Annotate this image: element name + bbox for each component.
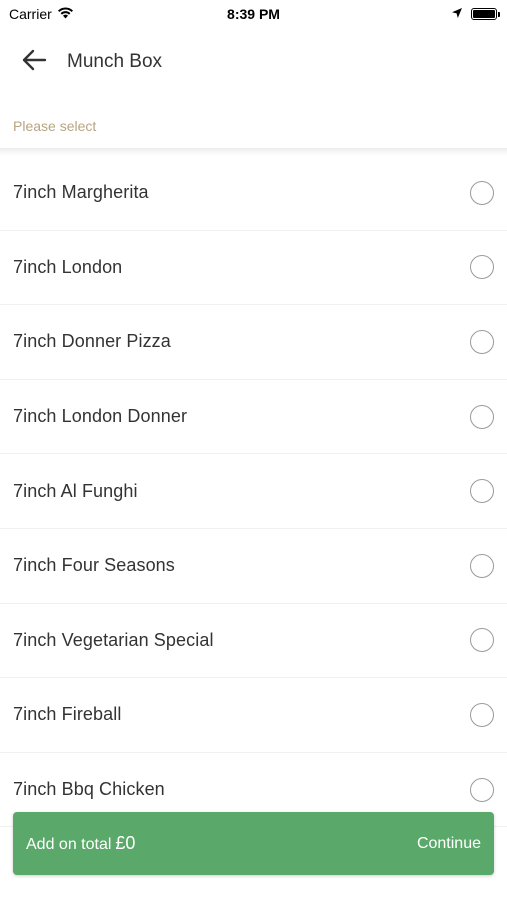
radio-button[interactable] — [470, 777, 494, 802]
screen: Carrier 8:39 PM Munch Box Please select … — [0, 0, 507, 900]
selection-prompt: Please select — [13, 118, 97, 134]
radio-button[interactable] — [470, 553, 494, 578]
radio-button[interactable] — [470, 404, 494, 429]
status-left: Carrier — [9, 6, 74, 22]
radio-button[interactable] — [470, 329, 494, 354]
option-row[interactable]: 7inch Al Funghi — [0, 454, 507, 529]
option-row[interactable]: 7inch London — [0, 231, 507, 306]
radio-button[interactable] — [470, 702, 494, 727]
status-time: 8:39 PM — [227, 6, 280, 22]
wifi-icon — [57, 6, 74, 22]
option-label: 7inch Donner Pizza — [13, 331, 171, 352]
radio-button[interactable] — [470, 180, 494, 205]
option-row[interactable]: 7inch Fireball — [0, 678, 507, 753]
carrier-label: Carrier — [9, 6, 52, 22]
status-right — [451, 6, 500, 22]
addon-total-label: Add on total — [26, 836, 112, 853]
radio-button[interactable] — [470, 255, 494, 280]
option-row[interactable]: 7inch London Donner — [0, 380, 507, 455]
option-row[interactable]: 7inch Margherita — [0, 156, 507, 231]
option-label: 7inch London — [13, 256, 123, 277]
battery-icon — [471, 8, 500, 20]
page-title: Munch Box — [67, 51, 163, 72]
addon-total-amount: £0 — [115, 833, 136, 853]
radio-button[interactable] — [470, 628, 494, 653]
arrow-left-icon — [21, 49, 47, 76]
continue-label[interactable]: Continue — [417, 835, 481, 853]
option-list: 7inch Margherita 7inch London 7inch Donn… — [0, 156, 507, 828]
option-label: 7inch Al Funghi — [13, 480, 138, 501]
option-label: 7inch Four Seasons — [13, 555, 175, 576]
option-row[interactable]: 7inch Vegetarian Special — [0, 604, 507, 679]
radio-button[interactable] — [470, 479, 494, 504]
divider-shadow — [0, 148, 507, 156]
addon-total: Add on total £0 — [26, 833, 135, 854]
status-bar: Carrier 8:39 PM — [0, 0, 507, 28]
header: Munch Box — [0, 28, 507, 96]
option-row[interactable]: 7inch Four Seasons — [0, 529, 507, 604]
option-label: 7inch Fireball — [13, 704, 122, 725]
option-label: 7inch Vegetarian Special — [13, 629, 214, 650]
option-label: 7inch Bbq Chicken — [13, 779, 165, 800]
option-label: 7inch Margherita — [13, 182, 149, 203]
option-label: 7inch London Donner — [13, 406, 188, 427]
back-button[interactable] — [14, 42, 54, 82]
option-row[interactable]: 7inch Donner Pizza — [0, 305, 507, 380]
battery-level — [473, 10, 495, 18]
continue-bar-button[interactable]: Add on total £0 Continue — [13, 812, 494, 875]
location-arrow-icon — [451, 6, 463, 22]
